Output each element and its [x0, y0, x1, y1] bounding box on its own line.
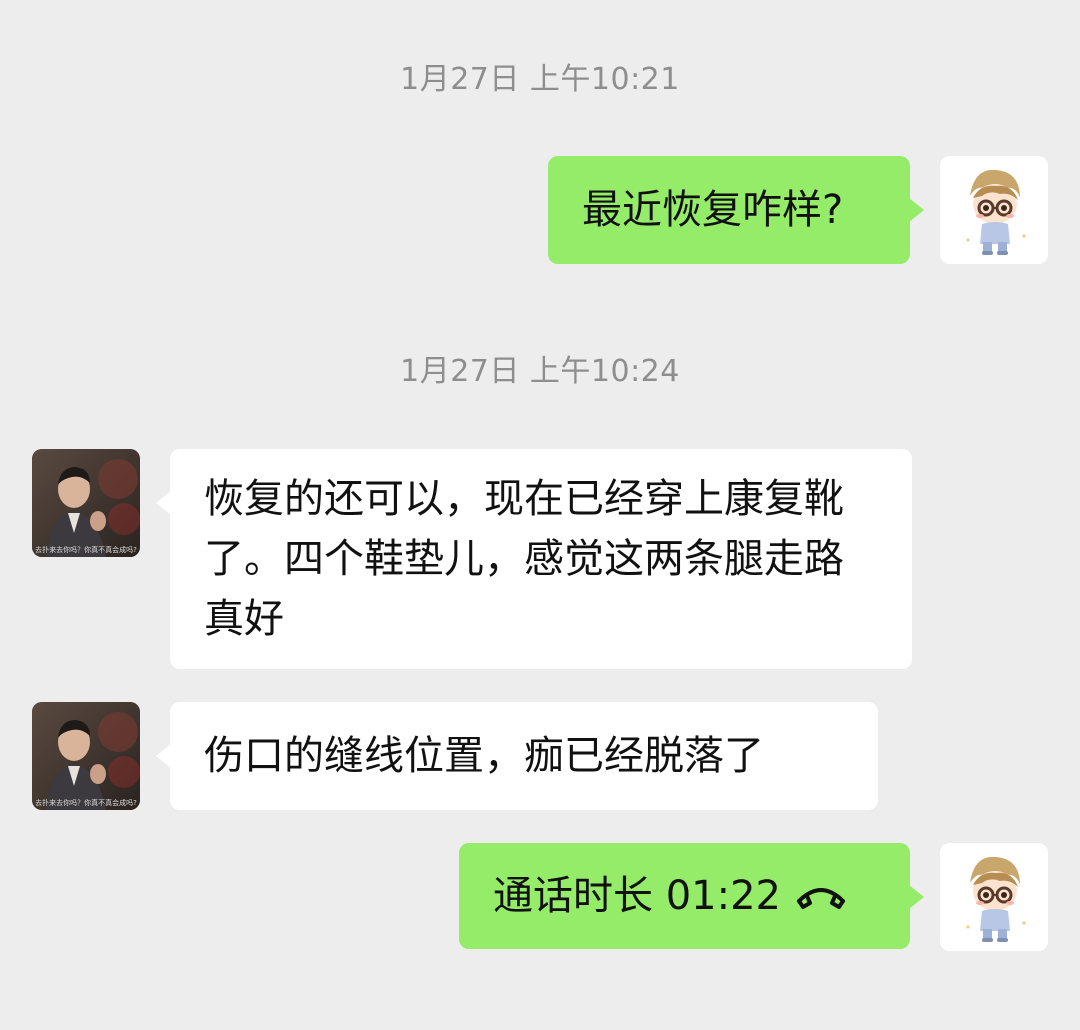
hangup-phone-icon [797, 888, 845, 909]
avatar-caption: 去扑来去你吗？你真不真会成吗? [35, 799, 137, 807]
message-text: 恢复的还可以，现在已经穿上康复靴了。四个鞋垫儿，感觉这两条腿走路真好 [204, 476, 844, 642]
man-photo-icon [32, 449, 140, 557]
contact-avatar[interactable]: 去扑来去你吗？你真不真会成吗? [32, 702, 140, 810]
contact-avatar[interactable]: 去扑来去你吗？你真不真会成吗? [32, 449, 140, 557]
call-record-bubble[interactable]: 通话时长 01:22 [459, 843, 924, 949]
message-text: 伤口的缝线位置，痂已经脱落了 [204, 733, 764, 779]
cartoon-boy-icon [940, 156, 1048, 264]
message-text: 最近恢复咋样? [582, 187, 844, 233]
message-bubble-incoming[interactable]: 恢复的还可以，现在已经穿上康复靴了。四个鞋垫儿，感觉这两条腿走路真好 [156, 449, 912, 669]
call-duration-label: 通话时长 01:22 [493, 873, 781, 919]
timestamp: 1月27日 上午10:24 [400, 354, 680, 389]
my-avatar[interactable] [940, 843, 1048, 951]
message-bubble-outgoing[interactable]: 最近恢复咋样? [548, 156, 924, 264]
timestamp: 1月27日 上午10:21 [400, 62, 680, 97]
cartoon-boy-icon [940, 843, 1048, 951]
my-avatar[interactable] [940, 156, 1048, 264]
man-photo-icon [32, 702, 140, 810]
avatar-caption: 去扑来去你吗？你真不真会成吗? [35, 546, 137, 554]
message-bubble-incoming[interactable]: 伤口的缝线位置，痂已经脱落了 [156, 702, 878, 810]
